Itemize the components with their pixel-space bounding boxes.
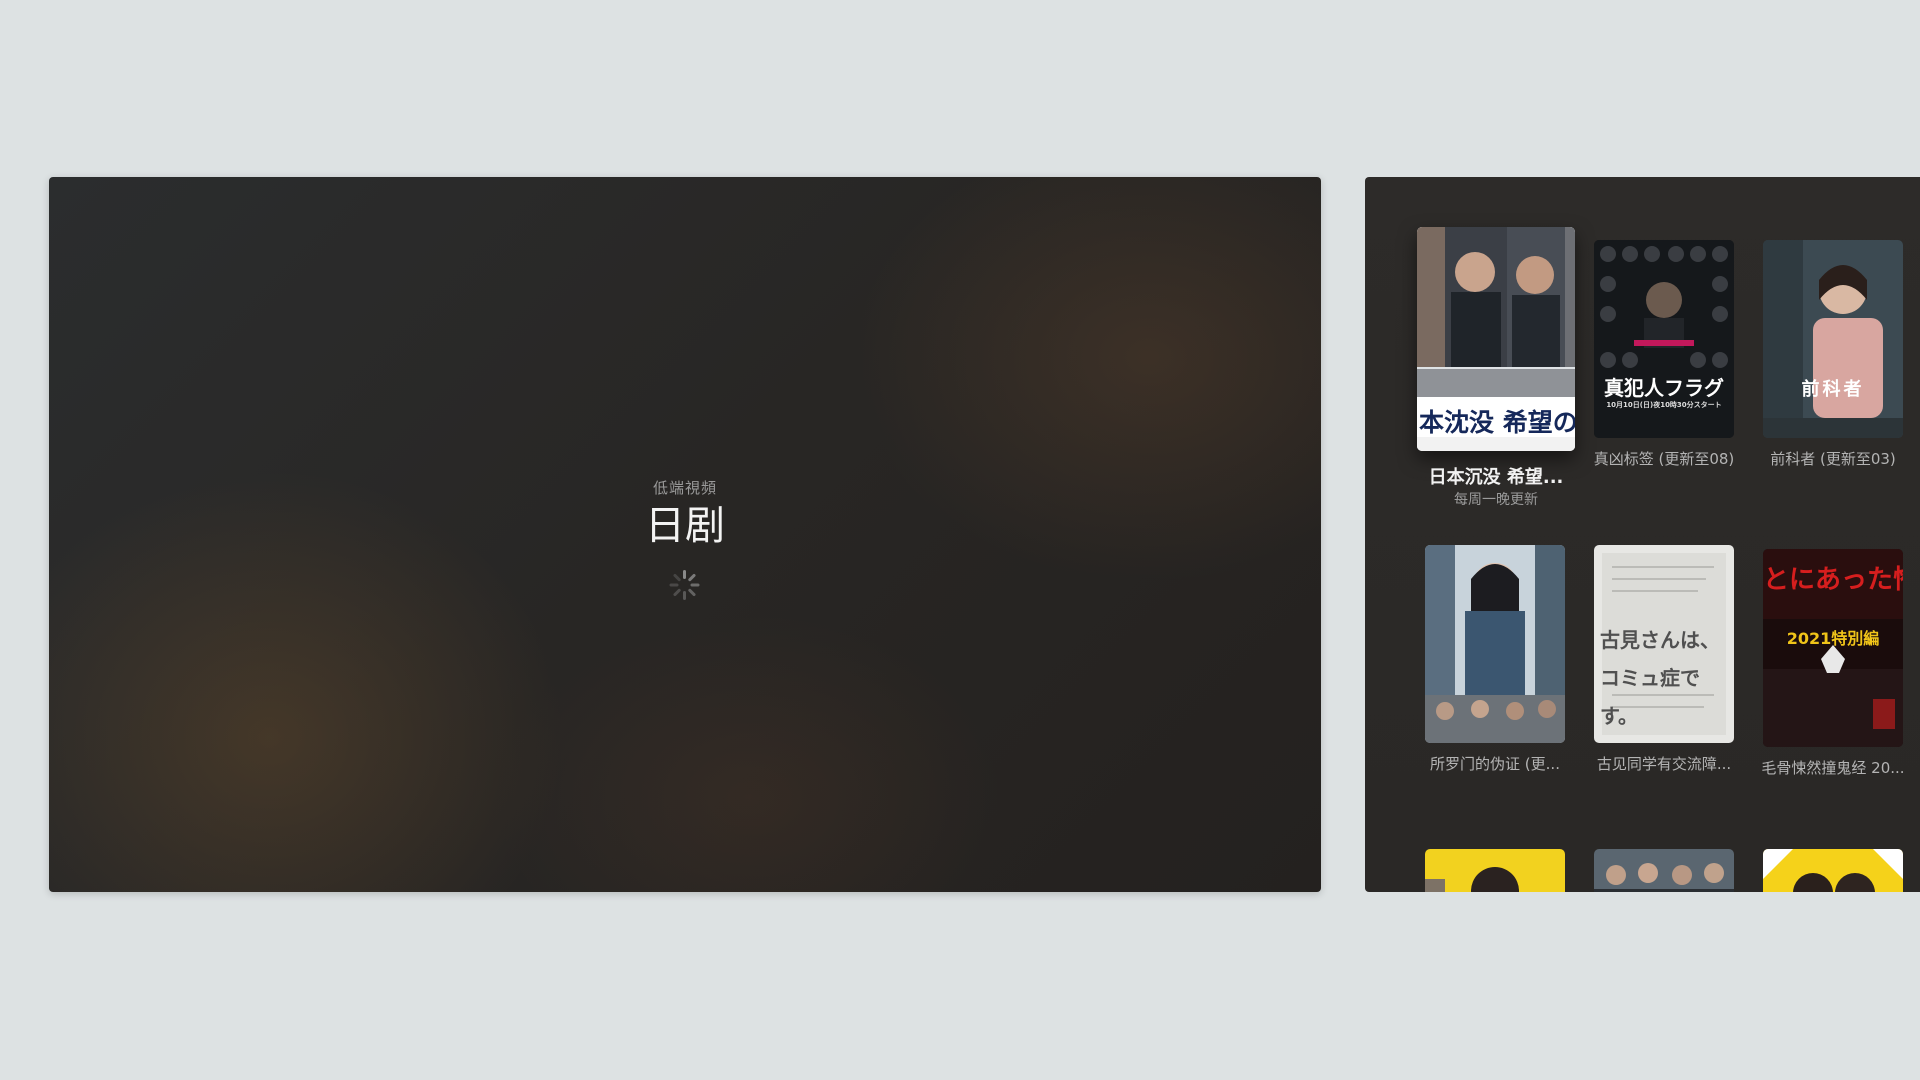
show-card[interactable]: 前科者 前科者 (更新至03) <box>1763 240 1903 480</box>
show-update-status: 每周一晚更新 <box>1454 492 1538 508</box>
poster-title-art: とにあった怖い <box>1763 565 1903 595</box>
show-title: 日本沉没 希望... <box>1428 467 1564 488</box>
show-grid-panel: 本沈没 希望の 日本沉没 希望... 每周一晚更新 真犯人フラグ 10月10日(… <box>1365 177 1920 892</box>
loading-center: 低端視頻 日剧 <box>49 477 1321 600</box>
show-card-partial[interactable] <box>1594 849 1734 892</box>
poster-image: 真犯人フラグ 10月10日(日)夜10時30分スタート <box>1594 240 1734 438</box>
show-title: 毛骨悚然撞鬼经 20... <box>1761 759 1905 777</box>
show-card[interactable]: 古見さんは、コミュ症です。 古见同学有交流障... <box>1594 545 1734 785</box>
show-card-partial[interactable] <box>1425 849 1565 892</box>
poster-image: 本沈没 希望の <box>1417 227 1575 451</box>
show-card[interactable]: 真犯人フラグ 10月10日(日)夜10時30分スタート 真凶标签 (更新至08) <box>1594 240 1734 480</box>
provider-subtitle: 低端視頻 <box>652 479 717 497</box>
poster-title-art: 古見さんは、コミュ症です。 <box>1600 628 1720 728</box>
loading-spinner-icon <box>669 570 700 600</box>
show-card[interactable]: とにあった怖い 2021特別編 毛骨悚然撞鬼经 20... <box>1761 549 1905 789</box>
poster-date-art: 10月10日(日)夜10時30分スタート <box>1606 401 1722 409</box>
poster-image <box>1425 545 1565 743</box>
category-title: 日剧 <box>645 503 725 549</box>
poster-image: 古見さんは、コミュ症です。 <box>1594 545 1734 743</box>
show-title: 所罗门的伪证 (更... <box>1430 755 1560 773</box>
poster-art <box>1763 240 1903 438</box>
poster-image: とにあった怖い 2021特別編 <box>1763 549 1903 747</box>
show-card-partial[interactable] <box>1763 849 1903 892</box>
poster-title-art: 真犯人フラグ <box>1604 376 1724 400</box>
show-title: 前科者 (更新至03) <box>1770 450 1896 468</box>
show-card[interactable]: 所罗门的伪证 (更... <box>1425 545 1565 785</box>
poster-subtitle-art: 2021特別編 <box>1786 629 1880 648</box>
show-title: 真凶标签 (更新至08) <box>1593 450 1735 468</box>
poster-title-art: 前科者 <box>1801 379 1865 400</box>
category-loading-panel: 低端視頻 日剧 <box>49 177 1321 892</box>
poster-title-art: 本沈没 希望の <box>1419 408 1575 437</box>
poster-art <box>1425 545 1565 743</box>
show-title: 古见同学有交流障... <box>1596 755 1732 773</box>
poster-art <box>1594 849 1734 892</box>
poster-art <box>1425 849 1565 892</box>
poster-image: 前科者 <box>1763 240 1903 438</box>
poster-art <box>1763 849 1903 892</box>
show-card-focused[interactable]: 本沈没 希望の 日本沉没 希望... 每周一晚更新 <box>1417 227 1575 517</box>
